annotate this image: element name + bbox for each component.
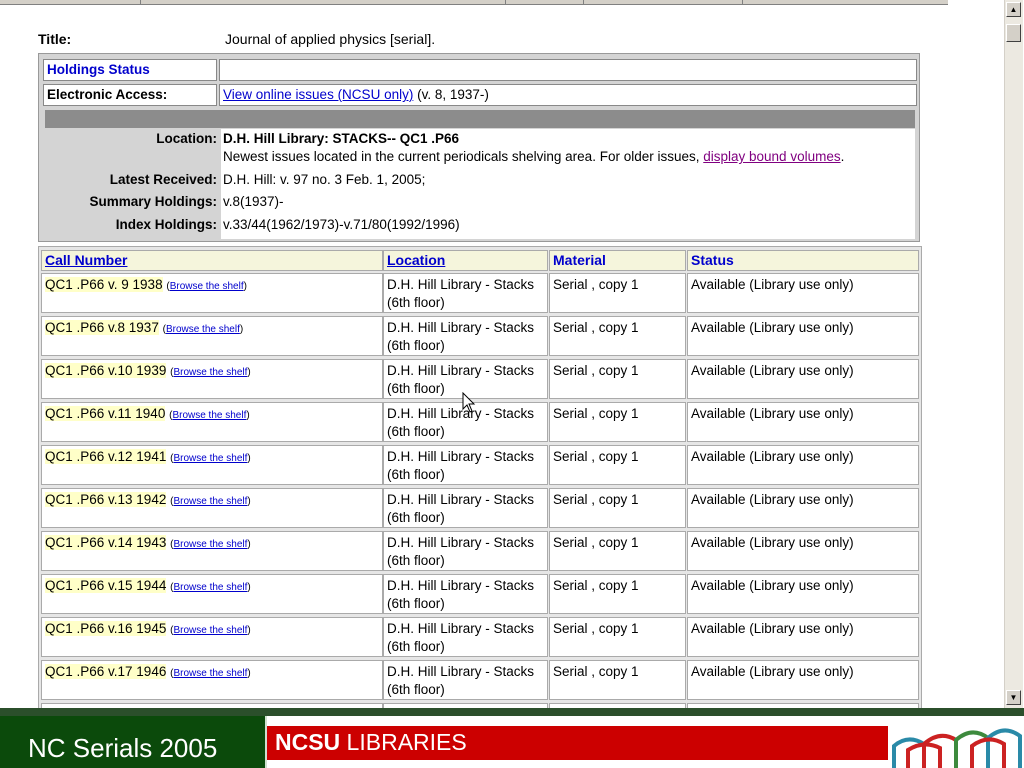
display-bound-volumes-link[interactable]: display bound volumes <box>703 149 840 164</box>
items-table: Call Number Location Material Status QC1… <box>38 246 922 708</box>
call-number: QC1 .P66 v.13 1942 <box>45 492 167 507</box>
column-header-status: Status <box>687 250 919 271</box>
location-cell: D.H. Hill Library - Stacks (6th floor) <box>383 316 548 356</box>
location-cell: D.H. Hill Library - Stacks (6th floor) <box>383 617 548 657</box>
browse-shelf-link[interactable]: Browse the shelf <box>166 324 240 335</box>
title-label: Title: <box>38 31 72 47</box>
call-number-cell: QC1 .P66 v.8 1937 (Browse the shelf) <box>41 316 383 356</box>
material-cell: Serial , copy 1 <box>549 617 686 657</box>
call-number-cell: QC1 .P66 v.15 1944 (Browse the shelf) <box>41 574 383 614</box>
status-cell: Available (Library use only) <box>687 617 919 657</box>
mouse-pointer-icon <box>462 392 476 413</box>
status-cell: Available (Library use only) <box>687 402 919 442</box>
call-number: QC1 .P66 v.11 1940 <box>45 406 166 421</box>
location-cell: D.H. Hill Library - Stacks (6th floor) <box>383 445 548 485</box>
brand-name: NCSU LIBRARIES <box>275 729 467 755</box>
call-number: QC1 .P66 v.17 1946 <box>45 664 167 679</box>
location-cell: D.H. Hill Library - Stacks (6th floor) <box>383 660 548 700</box>
call-number-cell: QC1 .P66 v. 9 1938 (Browse the shelf) <box>41 273 383 313</box>
slide-title: NC Serials 2005 <box>28 733 218 763</box>
electronic-access-cell: View online issues (NCSU only) (v. 8, 19… <box>219 84 917 106</box>
location-label: Location: <box>156 131 217 146</box>
call-number: QC1 .P66 v.12 1941 <box>45 449 167 464</box>
call-number-cell: QC1 .P66 v.17 1946 (Browse the shelf) <box>41 660 383 700</box>
call-number-cell: QC1 .P66 v.11 1940 (Browse the shelf) <box>41 402 383 442</box>
call-number: QC1 .P66 v.16 1945 <box>45 621 167 636</box>
call-number-cell: QC1 .P66 v.14 1943 (Browse the shelf) <box>41 531 383 571</box>
browse-shelf-link[interactable]: Browse the shelf <box>173 625 247 636</box>
summary-holdings-label: Summary Holdings: <box>89 194 217 209</box>
material-cell: Serial , copy 1 <box>549 445 686 485</box>
call-number-cell: QC1 .P66 v.16 1945 (Browse the shelf) <box>41 617 383 657</box>
index-holdings-label: Index Holdings: <box>115 217 217 232</box>
arrow-up-icon[interactable]: ▲ <box>1006 2 1021 17</box>
call-number-cell: QC1 .P66 v.12 1941 (Browse the shelf) <box>41 445 383 485</box>
status-cell: Available (Library use only) <box>687 316 919 356</box>
location-value: D.H. Hill Library: STACKS-- QC1 .P66 <box>223 131 460 146</box>
column-header-call-number[interactable]: Call Number <box>41 250 383 271</box>
index-holdings-value: v.33/44(1962/1973)-v.71/80(1992/1996) <box>223 217 460 232</box>
material-cell: Serial , copy 1 <box>549 488 686 528</box>
status-cell: Available (Library use only) <box>687 660 919 700</box>
location-cell: D.H. Hill Library - Stacks (6th floor) <box>383 488 548 528</box>
arrow-down-icon[interactable]: ▼ <box>1006 690 1021 705</box>
call-number: QC1 .P66 v.8 1937 <box>45 320 159 335</box>
slide-title-box: NC Serials 2005 <box>0 716 267 768</box>
material-cell: Serial , copy 1 <box>549 402 686 442</box>
vertical-scrollbar[interactable]: ▲ ▼ <box>1004 0 1023 708</box>
material-cell: Serial , copy 1 <box>549 273 686 313</box>
material-cell: Serial , copy 1 <box>549 359 686 399</box>
browse-shelf-link[interactable]: Browse the shelf <box>173 539 247 550</box>
browse-shelf-link[interactable]: Browse the shelf <box>173 668 247 679</box>
call-number: QC1 .P66 v.10 1939 <box>45 363 167 378</box>
status-cell: Available (Library use only) <box>687 273 919 313</box>
latest-received-label: Latest Received: <box>109 172 217 187</box>
location-cell: D.H. Hill Library - Stacks (6th floor) <box>383 574 548 614</box>
summary-holdings-value: v.8(1937)- <box>223 194 284 209</box>
online-issues-link[interactable]: View online issues (NCSU only) <box>223 87 413 102</box>
column-header-material: Material <box>549 250 686 271</box>
status-cell: Available (Library use only) <box>687 488 919 528</box>
electronic-access-note: (v. 8, 1937-) <box>417 87 489 102</box>
section-divider <box>45 110 915 128</box>
browser-toolbar-edge <box>0 0 948 5</box>
column-header-location[interactable]: Location <box>383 250 548 271</box>
browse-shelf-link[interactable]: Browse the shelf <box>173 582 247 593</box>
electronic-access-label: Electronic Access: <box>43 84 217 106</box>
status-cell: Available (Library use only) <box>687 445 919 485</box>
holdings-box: Holdings Status Electronic Access: View … <box>38 53 920 242</box>
holdings-status-value <box>219 59 917 81</box>
browse-shelf-link[interactable]: Browse the shelf <box>172 410 246 421</box>
browser-viewport: Title: Journal of applied physics [seria… <box>0 0 1004 708</box>
status-cell: Available (Library use only) <box>687 359 919 399</box>
call-number-cell: QC1 .P66 v.10 1939 (Browse the shelf) <box>41 359 383 399</box>
material-cell: Serial , copy 1 <box>549 531 686 571</box>
call-number: QC1 .P66 v.15 1944 <box>45 578 167 593</box>
material-cell: Serial , copy 1 <box>549 660 686 700</box>
ncsu-libraries-book-logo <box>888 716 1024 768</box>
status-cell: Available (Library use only) <box>687 574 919 614</box>
location-cell: D.H. Hill Library - Stacks (6th floor) <box>383 531 548 571</box>
slide-footer: NC Serials 2005 NCSU LIBRARIES <box>0 708 1024 768</box>
location-cell: D.H. Hill Library - Stacks (6th floor) <box>383 273 548 313</box>
footer-top-band <box>0 708 1024 716</box>
browse-shelf-link[interactable]: Browse the shelf <box>173 453 247 464</box>
title-value: Journal of applied physics [serial]. <box>225 31 436 47</box>
holdings-status-label: Holdings Status <box>43 59 217 81</box>
browse-shelf-link[interactable]: Browse the shelf <box>173 496 247 507</box>
scrollbar-thumb[interactable] <box>1006 24 1021 42</box>
call-number: QC1 .P66 v. 9 1938 <box>45 277 163 292</box>
material-cell: Serial , copy 1 <box>549 574 686 614</box>
material-cell: Serial , copy 1 <box>549 316 686 356</box>
location-note: Newest issues located in the current per… <box>223 149 845 164</box>
status-cell: Available (Library use only) <box>687 531 919 571</box>
browse-shelf-link[interactable]: Browse the shelf <box>170 281 244 292</box>
latest-received-value: D.H. Hill: v. 97 no. 3 Feb. 1, 2005; <box>223 172 426 187</box>
call-number: QC1 .P66 v.14 1943 <box>45 535 167 550</box>
call-number-cell: QC1 .P66 v.13 1942 (Browse the shelf) <box>41 488 383 528</box>
browse-shelf-link[interactable]: Browse the shelf <box>173 367 247 378</box>
